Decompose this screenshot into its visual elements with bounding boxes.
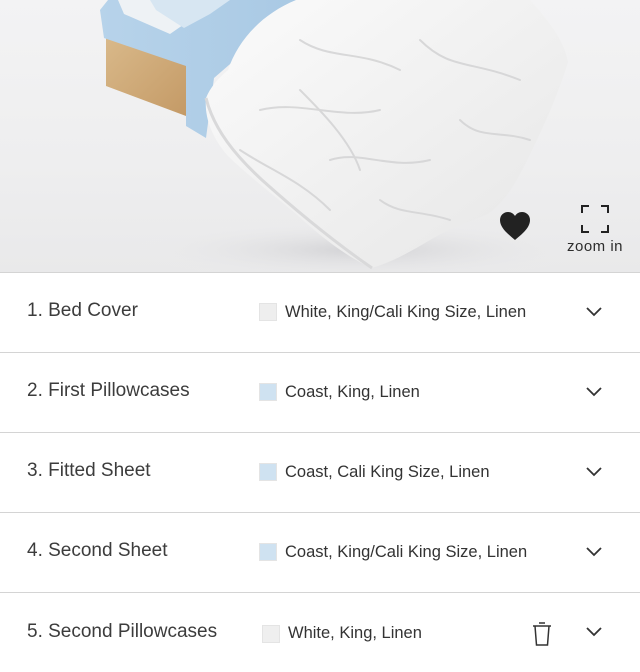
chevron-down-icon[interactable] bbox=[586, 545, 602, 557]
expand-corners-icon bbox=[581, 205, 609, 233]
color-swatch bbox=[259, 383, 277, 401]
item-description: Coast, King, Linen bbox=[285, 383, 420, 401]
zoom-in-label: zoom in bbox=[566, 238, 624, 255]
list-item-second-pillowcases[interactable]: 5. Second Pillowcases White, King, Linen bbox=[0, 592, 640, 672]
item-description: White, King, Linen bbox=[288, 624, 422, 642]
chevron-down-icon[interactable] bbox=[586, 385, 602, 397]
item-title: 2. First Pillowcases bbox=[27, 380, 190, 401]
color-swatch bbox=[259, 463, 277, 481]
zoom-in-button[interactable]: zoom in bbox=[562, 204, 628, 260]
item-description: White, King/Cali King Size, Linen bbox=[285, 303, 527, 321]
list-item-first-pillowcases[interactable]: 2. First Pillowcases Coast, King, Linen bbox=[0, 352, 640, 432]
item-description: Coast, King/Cali King Size, Linen bbox=[285, 543, 528, 561]
item-description: Coast, Cali King Size, Linen bbox=[285, 463, 490, 481]
product-image: zoom in bbox=[0, 0, 640, 272]
trash-icon[interactable] bbox=[530, 620, 554, 646]
color-swatch bbox=[259, 543, 277, 561]
heart-icon bbox=[500, 212, 530, 240]
item-title: 3. Fitted Sheet bbox=[27, 460, 151, 481]
bedding-items-list: 1. Bed Cover White, King/Cali King Size,… bbox=[0, 272, 640, 672]
chevron-down-icon[interactable] bbox=[586, 465, 602, 477]
item-title: 4. Second Sheet bbox=[27, 540, 168, 561]
color-swatch bbox=[259, 303, 277, 321]
chevron-down-icon[interactable] bbox=[586, 625, 602, 637]
chevron-down-icon[interactable] bbox=[586, 305, 602, 317]
color-swatch bbox=[262, 625, 280, 643]
list-item-fitted-sheet[interactable]: 3. Fitted Sheet Coast, Cali King Size, L… bbox=[0, 432, 640, 512]
favorite-button[interactable] bbox=[498, 210, 532, 242]
list-item-bed-cover[interactable]: 1. Bed Cover White, King/Cali King Size,… bbox=[0, 272, 640, 352]
list-item-second-sheet[interactable]: 4. Second Sheet Coast, King/Cali King Si… bbox=[0, 512, 640, 592]
item-title: 1. Bed Cover bbox=[27, 300, 138, 321]
bed-illustration bbox=[100, 0, 590, 272]
